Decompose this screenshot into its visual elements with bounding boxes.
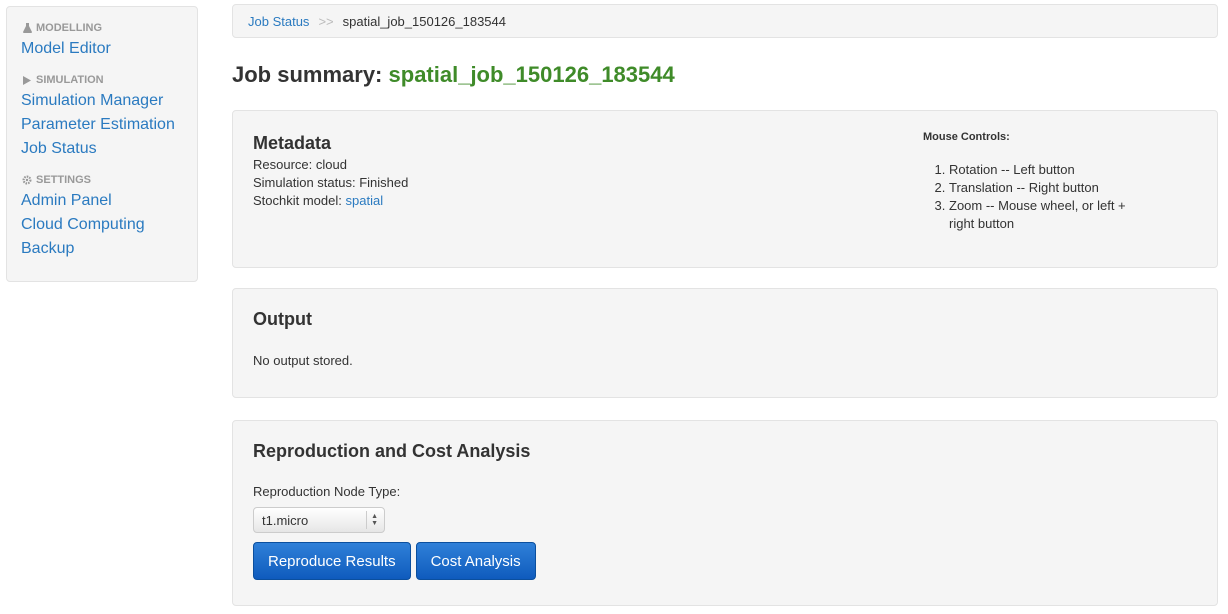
reproduction-panel: Reproduction and Cost Analysis Reproduct… <box>232 420 1218 606</box>
mouse-control-item: Translation -- Right button <box>949 179 1163 197</box>
sidebar-item-cloud-computing[interactable]: Cloud Computing <box>21 213 197 237</box>
mouse-controls-title: Mouse Controls: <box>923 131 1010 143</box>
breadcrumb-separator: >> <box>318 13 334 29</box>
cost-analysis-button[interactable]: Cost Analysis <box>415 542 536 580</box>
reproduce-results-button[interactable]: Reproduce Results <box>253 542 411 580</box>
output-message: No output stored. <box>253 353 353 368</box>
settings-header: SETTINGS <box>21 171 197 189</box>
simulation-header: SIMULATION <box>21 71 197 89</box>
mouse-control-item: Zoom -- Mouse wheel, or left + right but… <box>949 197 1139 233</box>
stochkit-model-row: Stochkit model: spatial <box>253 192 408 210</box>
reproduction-heading: Reproduction and Cost Analysis <box>253 441 531 461</box>
simulation-header-label: SIMULATION <box>36 74 104 86</box>
modelling-header: MODELLING <box>21 19 197 37</box>
gear-icon <box>21 175 33 185</box>
breadcrumb: Job Status >> spatial_job_150126_183544 <box>232 4 1218 38</box>
stochkit-model-label: Stochkit model: <box>253 193 342 208</box>
play-icon <box>21 75 33 85</box>
mouse-control-item: Rotation -- Left button <box>949 161 1163 179</box>
metadata-heading: Metadata <box>253 133 332 153</box>
sidebar-item-model-editor[interactable]: Model Editor <box>21 37 197 61</box>
page-title: Job summary: spatial_job_150126_183544 <box>232 60 675 90</box>
sidebar-nav: MODELLING Model Editor SIMULATION Simula… <box>6 6 198 282</box>
node-type-label: Reproduction Node Type: <box>253 484 401 499</box>
output-panel: Output No output stored. <box>232 288 1218 398</box>
flask-icon <box>21 23 33 33</box>
sidebar-item-simulation-manager[interactable]: Simulation Manager <box>21 89 197 113</box>
breadcrumb-current: spatial_job_150126_183544 <box>342 13 507 29</box>
simulation-status-text: Simulation status: Finished <box>253 175 409 190</box>
job-name: spatial_job_150126_183544 <box>388 62 675 87</box>
select-arrows-icon: ▲ ▼ <box>366 511 378 529</box>
page-title-prefix: Job summary: <box>232 62 383 87</box>
metadata-panel: Metadata Resource: cloud Simulation stat… <box>232 110 1218 268</box>
mouse-controls-list: Rotation -- Left button Translation -- R… <box>923 161 1163 233</box>
modelling-header-label: MODELLING <box>36 22 102 34</box>
resource-text: Resource: cloud <box>253 157 347 172</box>
node-type-select[interactable]: t1.micro ▲ ▼ <box>253 507 385 533</box>
output-heading: Output <box>253 309 312 329</box>
settings-header-label: SETTINGS <box>36 174 92 186</box>
sidebar-item-parameter-estimation[interactable]: Parameter Estimation <box>21 113 197 137</box>
stochkit-model-link[interactable]: spatial <box>346 193 384 208</box>
sidebar-item-job-status[interactable]: Job Status <box>21 137 197 161</box>
sidebar-item-backup[interactable]: Backup <box>21 237 197 261</box>
node-type-value: t1.micro <box>262 512 309 528</box>
mouse-controls: Mouse Controls: Rotation -- Left button … <box>923 131 1163 233</box>
breadcrumb-job-status-link[interactable]: Job Status <box>248 14 309 29</box>
sidebar-item-admin-panel[interactable]: Admin Panel <box>21 189 197 213</box>
